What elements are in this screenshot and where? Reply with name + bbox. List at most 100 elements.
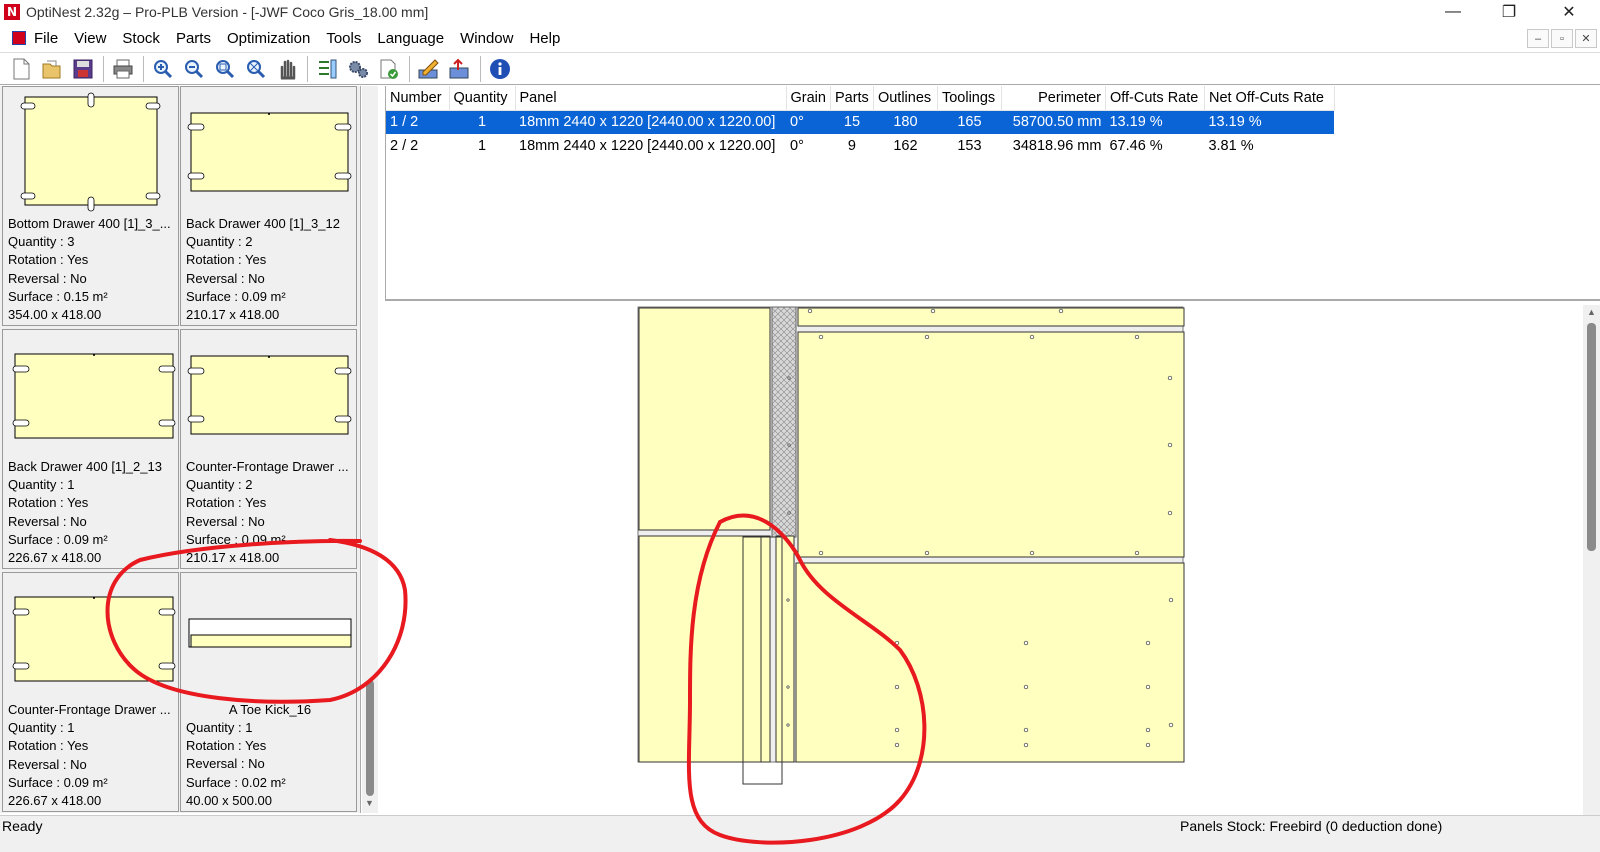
cell-outlines: 162 xyxy=(893,138,918,154)
menu-help[interactable]: Help xyxy=(529,30,560,47)
scrollbar-thumb[interactable] xyxy=(366,680,374,796)
toolbar-separator xyxy=(103,55,104,82)
zoom-out-icon[interactable] xyxy=(181,56,207,82)
menu-language[interactable]: Language xyxy=(377,30,444,47)
menu-window[interactable]: Window xyxy=(460,30,513,47)
menu-file[interactable]: File xyxy=(34,30,58,47)
part-rotation: Rotation : Yes xyxy=(186,495,267,511)
table-row[interactable]: 2 / 2 1 18mm 2440 x 1220 [2440.00 x 1220… xyxy=(386,134,1334,158)
edit-pencil-icon[interactable] xyxy=(416,56,442,82)
part-name: Counter-Frontage Drawer ... xyxy=(186,459,349,474)
info-icon[interactable] xyxy=(487,56,513,82)
menu-tools[interactable]: Tools xyxy=(326,30,361,47)
close-button[interactable]: ✕ xyxy=(1546,0,1592,24)
minimize-button[interactable]: — xyxy=(1430,0,1476,24)
part-reversal: Reversal : No xyxy=(8,270,87,286)
part-thumbnail xyxy=(187,355,352,435)
scroll-down-arrow-icon[interactable]: ▼ xyxy=(365,798,374,808)
parts-pane-scrollbar[interactable]: ▼ xyxy=(362,86,378,813)
col-offcuts-rate[interactable]: Off-Cuts Rate xyxy=(1105,86,1205,111)
part-size: 210.17 x 418.00 xyxy=(186,550,280,566)
part-quantity: Quantity : 3 xyxy=(8,234,75,250)
nested-part[interactable] xyxy=(760,535,771,763)
col-net-offcuts-rate[interactable]: Net Off-Cuts Rate xyxy=(1204,86,1335,111)
part-card[interactable]: Bottom Drawer 400 [1]_3_... Quantity : 3… xyxy=(2,86,179,326)
part-reversal: Reversal : No xyxy=(186,270,265,286)
part-surface: Surface : 0.09 m² xyxy=(8,531,108,547)
col-number[interactable]: Number xyxy=(386,86,450,111)
print-icon[interactable] xyxy=(110,56,136,82)
zoom-in-icon[interactable] xyxy=(150,56,176,82)
document-icon[interactable] xyxy=(12,31,26,45)
toolbar-separator xyxy=(307,55,308,82)
part-rotation: Rotation : Yes xyxy=(186,252,267,268)
mdi-restore-button[interactable]: ▫ xyxy=(1551,29,1573,48)
nesting-viewer[interactable] xyxy=(385,305,1600,815)
nested-part[interactable] xyxy=(775,535,795,763)
cell-parts: 15 xyxy=(830,110,874,134)
export-icon[interactable] xyxy=(447,56,473,82)
status-text: Ready xyxy=(2,818,43,834)
table-row[interactable]: 1 / 2 1 18mm 2440 x 1220 [2440.00 x 1220… xyxy=(386,110,1335,134)
part-thumbnail xyxy=(20,92,161,212)
zoom-all-icon[interactable] xyxy=(243,56,269,82)
menu-parts[interactable]: Parts xyxy=(176,30,211,47)
app-logo-icon: N xyxy=(4,4,20,20)
nested-part[interactable] xyxy=(795,562,1185,763)
part-size: 210.17 x 418.00 xyxy=(186,307,280,323)
part-card[interactable]: Counter-Frontage Drawer ... Quantity : 2… xyxy=(180,329,357,569)
col-toolings[interactable]: Toolings xyxy=(937,86,1002,111)
menu-stock[interactable]: Stock xyxy=(122,30,160,47)
zoom-window-icon[interactable] xyxy=(212,56,238,82)
cell-parts: 9 xyxy=(847,138,856,154)
part-size: 226.67 x 418.00 xyxy=(8,793,102,809)
part-card[interactable]: Counter-Frontage Drawer ... Quantity : 1… xyxy=(2,572,179,812)
scrollbar-thumb[interactable] xyxy=(1587,323,1596,551)
part-card[interactable]: Back Drawer 400 [1]_2_13 Quantity : 1 Ro… xyxy=(2,329,179,569)
parts-list-icon[interactable] xyxy=(314,56,340,82)
cell-number: 1 / 2 xyxy=(386,110,449,134)
save-icon[interactable] xyxy=(70,56,96,82)
col-grain[interactable]: Grain xyxy=(786,86,831,111)
nested-part[interactable] xyxy=(638,307,771,531)
part-thumbnail xyxy=(12,596,176,682)
mdi-minimize-button[interactable]: – xyxy=(1527,29,1549,48)
nesting-layout-drawing[interactable] xyxy=(385,305,1600,815)
part-card[interactable]: Back Drawer 400 [1]_3_12 Quantity : 2 Ro… xyxy=(180,86,357,326)
part-rotation: Rotation : Yes xyxy=(186,738,267,754)
cell-panel: 18mm 2440 x 1220 [2440.00 x 1220.00] xyxy=(515,110,786,134)
viewer-scrollbar[interactable]: ▲ xyxy=(1583,305,1600,815)
part-thumbnail xyxy=(188,618,352,648)
panels-table-pane: Number Quantity Panel Grain Parts Outlin… xyxy=(385,86,1600,301)
pan-hand-icon[interactable] xyxy=(274,56,300,82)
check-document-icon[interactable] xyxy=(376,56,402,82)
col-quantity[interactable]: Quantity xyxy=(449,86,516,111)
part-rotation: Rotation : Yes xyxy=(8,495,89,511)
col-parts[interactable]: Parts xyxy=(830,86,874,111)
part-card[interactable]: A Toe Kick_16 Quantity : 1 Rotation : Ye… xyxy=(180,572,357,812)
open-icon[interactable] xyxy=(39,56,65,82)
menu-view[interactable]: View xyxy=(74,30,106,47)
settings-gears-icon[interactable] xyxy=(345,56,371,82)
nested-part[interactable] xyxy=(797,331,1185,558)
part-reversal: Reversal : No xyxy=(8,513,87,529)
scroll-up-arrow-icon[interactable]: ▲ xyxy=(1587,307,1596,317)
nested-part[interactable] xyxy=(638,535,771,763)
col-perimeter[interactable]: Perimeter xyxy=(1001,86,1106,111)
mdi-close-button[interactable]: ✕ xyxy=(1575,29,1597,48)
cell-quantity: 1 xyxy=(477,138,487,154)
col-panel[interactable]: Panel xyxy=(515,86,787,111)
new-icon[interactable] xyxy=(8,56,34,82)
nested-part[interactable] xyxy=(797,307,1185,327)
part-quantity: Quantity : 2 xyxy=(186,234,253,250)
part-surface: Surface : 0.09 m² xyxy=(186,288,286,304)
col-outlines[interactable]: Outlines xyxy=(873,86,938,111)
part-size: 354.00 x 418.00 xyxy=(8,307,102,323)
part-name: Counter-Frontage Drawer ... xyxy=(8,702,171,717)
cell-quantity: 1 xyxy=(449,110,515,134)
menu-optimization[interactable]: Optimization xyxy=(227,30,310,47)
menu-bar: File View Stock Parts Optimization Tools… xyxy=(0,26,1600,50)
toolbar-separator xyxy=(409,55,410,82)
maximize-button[interactable]: ❐ xyxy=(1486,0,1532,24)
part-rotation: Rotation : Yes xyxy=(8,252,89,268)
